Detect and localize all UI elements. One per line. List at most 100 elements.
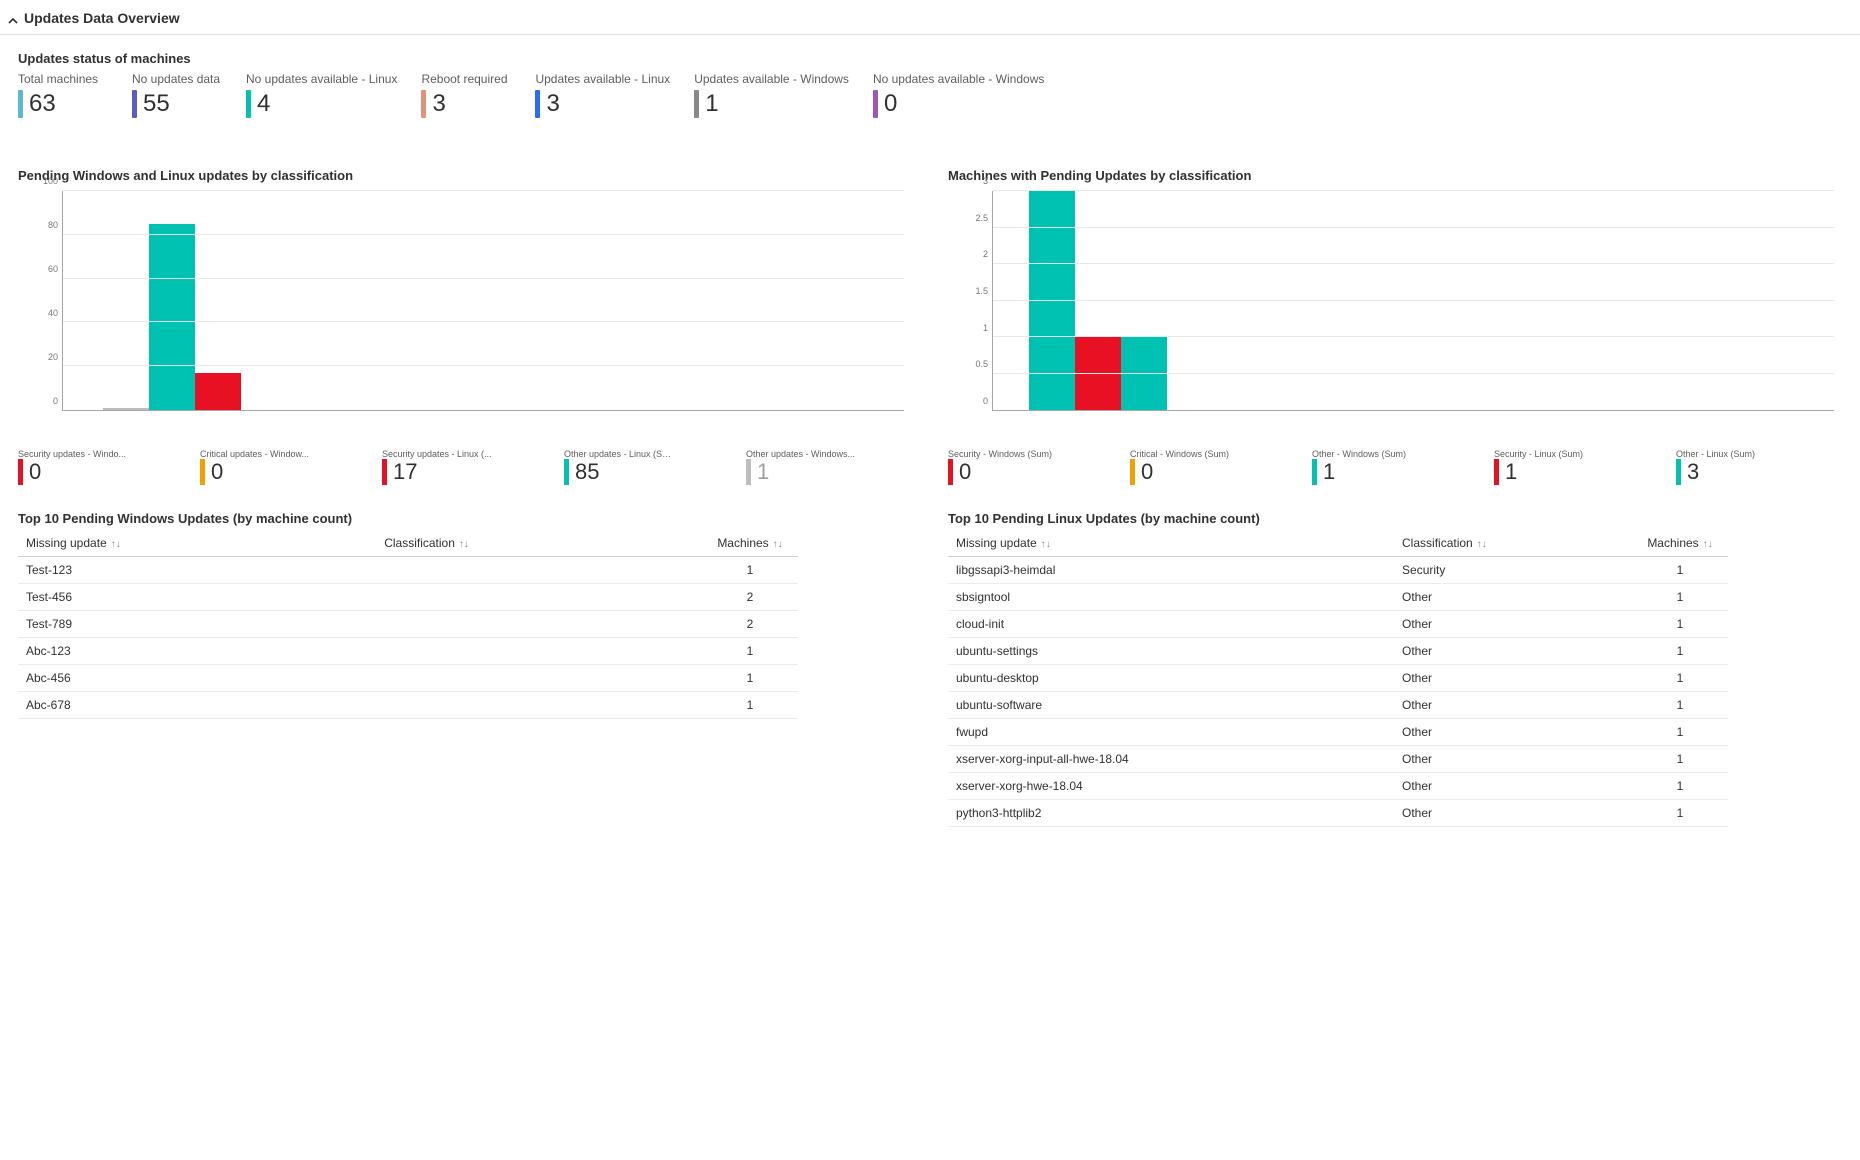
cell-class: Other <box>1394 746 1632 773</box>
cell-machines: 2 <box>702 611 798 638</box>
legend-item[interactable]: Security - Windows (Sum) 0 <box>948 449 1114 485</box>
legend-item[interactable]: Other - Linux (Sum) 3 <box>1676 449 1842 485</box>
col-missing-update[interactable]: Missing update↑↓ <box>18 530 376 557</box>
legend-label: Other updates - Linux (Sum) <box>564 449 674 459</box>
chart-bar[interactable] <box>1029 191 1075 410</box>
table-row[interactable]: ubuntu-software Other 1 <box>948 692 1728 719</box>
legend-item[interactable]: Other - Windows (Sum) 1 <box>1312 449 1478 485</box>
legend-accent-bar <box>1312 459 1317 485</box>
cell-class: Other <box>1394 665 1632 692</box>
legend-value: 1 <box>757 459 769 485</box>
cell-machines: 1 <box>1632 800 1728 827</box>
legend-label: Security updates - Linux (... <box>382 449 492 459</box>
legend-value: 1 <box>1323 459 1335 485</box>
cell-machines: 1 <box>1632 773 1728 800</box>
kpi-card[interactable]: No updates available - Windows 0 <box>873 72 1044 118</box>
table-row[interactable]: Test-789 2 <box>18 611 798 638</box>
legend-accent-bar <box>1676 459 1681 485</box>
chart-bar[interactable] <box>149 224 195 410</box>
table-row[interactable]: libgssapi3-heimdal Security 1 <box>948 557 1728 584</box>
legend-item[interactable]: Security updates - Linux (... 17 <box>382 449 548 485</box>
kpi-card[interactable]: No updates data 55 <box>132 72 222 118</box>
sort-icon: ↑↓ <box>459 539 469 550</box>
table-row[interactable]: Abc-456 1 <box>18 665 798 692</box>
section-header[interactable]: Updates Data Overview <box>0 0 1860 35</box>
chart-bar[interactable] <box>103 408 149 410</box>
y-tick: 0.5 <box>975 359 988 369</box>
kpi-label: No updates available - Linux <box>246 72 397 86</box>
kpi-value: 63 <box>29 92 56 116</box>
grid-line <box>63 365 904 366</box>
table-row[interactable]: sbsigntool Other 1 <box>948 584 1728 611</box>
kpi-label: No updates available - Windows <box>873 72 1044 86</box>
table-row[interactable]: Abc-123 1 <box>18 638 798 665</box>
table-row[interactable]: ubuntu-desktop Other 1 <box>948 665 1728 692</box>
cell-class: Other <box>1394 584 1632 611</box>
y-tick: 1.5 <box>975 286 988 296</box>
legend-item[interactable]: Critical - Windows (Sum) 0 <box>1130 449 1296 485</box>
chart-bar[interactable] <box>195 373 241 410</box>
col-classification[interactable]: Classification↑↓ <box>376 530 702 557</box>
table-row[interactable]: xserver-xorg-input-all-hwe-18.04 Other 1 <box>948 746 1728 773</box>
legend-item[interactable]: Other updates - Linux (Sum) 85 <box>564 449 730 485</box>
cell-machines: 1 <box>1632 665 1728 692</box>
kpi-card[interactable]: Reboot required 3 <box>421 72 511 118</box>
table-row[interactable]: Test-123 1 <box>18 557 798 584</box>
table-row[interactable]: cloud-init Other 1 <box>948 611 1728 638</box>
kpi-card[interactable]: No updates available - Linux 4 <box>246 72 397 118</box>
legend-item[interactable]: Other updates - Windows... 1 <box>746 449 912 485</box>
chevron-up-icon <box>8 13 18 23</box>
kpi-card[interactable]: Total machines 63 <box>18 72 108 118</box>
cell-name: Test-789 <box>18 611 376 638</box>
legend-label: Security - Linux (Sum) <box>1494 449 1604 459</box>
y-tick: 2 <box>983 249 988 259</box>
cell-name: ubuntu-settings <box>948 638 1394 665</box>
cell-name: ubuntu-software <box>948 692 1394 719</box>
y-tick: 3 <box>983 176 988 186</box>
legend-item[interactable]: Security - Linux (Sum) 1 <box>1494 449 1660 485</box>
y-tick: 1 <box>983 323 988 333</box>
legend-item[interactable]: Critical updates - Window... 0 <box>200 449 366 485</box>
legend-value: 0 <box>211 459 223 485</box>
col-missing-update[interactable]: Missing update↑↓ <box>948 530 1394 557</box>
y-tick: 100 <box>43 176 58 186</box>
cell-machines: 1 <box>1632 611 1728 638</box>
table-row[interactable]: ubuntu-settings Other 1 <box>948 638 1728 665</box>
table-row[interactable]: xserver-xorg-hwe-18.04 Other 1 <box>948 773 1728 800</box>
sort-icon: ↑↓ <box>1041 539 1051 550</box>
cell-machines: 1 <box>1632 746 1728 773</box>
cell-class: Other <box>1394 638 1632 665</box>
kpi-row: Total machines 63 No updates data 55 No … <box>18 72 1842 118</box>
cell-class <box>376 611 702 638</box>
col-classification[interactable]: Classification↑↓ <box>1394 530 1632 557</box>
kpi-value: 3 <box>432 92 445 116</box>
kpi-label: Updates available - Windows <box>694 72 849 86</box>
cell-machines: 1 <box>1632 638 1728 665</box>
legend-accent-bar <box>1130 459 1135 485</box>
kpi-value: 55 <box>143 92 170 116</box>
table-row[interactable]: Abc-678 1 <box>18 692 798 719</box>
legend-label: Other - Windows (Sum) <box>1312 449 1422 459</box>
kpi-accent-bar <box>873 90 878 118</box>
left-chart[interactable]: 020406080100 <box>38 191 912 431</box>
cell-machines: 2 <box>702 584 798 611</box>
col-machines[interactable]: Machines↑↓ <box>702 530 798 557</box>
kpi-value: 4 <box>257 92 270 116</box>
table-row[interactable]: fwupd Other 1 <box>948 719 1728 746</box>
legend-item[interactable]: Security updates - Windo... 0 <box>18 449 184 485</box>
table-row[interactable]: python3-httplib2 Other 1 <box>948 800 1728 827</box>
legend-accent-bar <box>18 459 23 485</box>
legend-accent-bar <box>948 459 953 485</box>
sort-icon: ↑↓ <box>111 539 121 550</box>
table-row[interactable]: Test-456 2 <box>18 584 798 611</box>
cell-name: cloud-init <box>948 611 1394 638</box>
kpi-card[interactable]: Updates available - Linux 3 <box>535 72 670 118</box>
legend-value: 85 <box>575 459 599 485</box>
col-machines[interactable]: Machines↑↓ <box>1632 530 1728 557</box>
cell-class: Other <box>1394 800 1632 827</box>
kpi-card[interactable]: Updates available - Windows 1 <box>694 72 849 118</box>
right-chart[interactable]: 00.511.522.53 <box>968 191 1842 431</box>
grid-line <box>993 190 1834 191</box>
legend-value: 0 <box>1141 459 1153 485</box>
grid-line <box>993 227 1834 228</box>
